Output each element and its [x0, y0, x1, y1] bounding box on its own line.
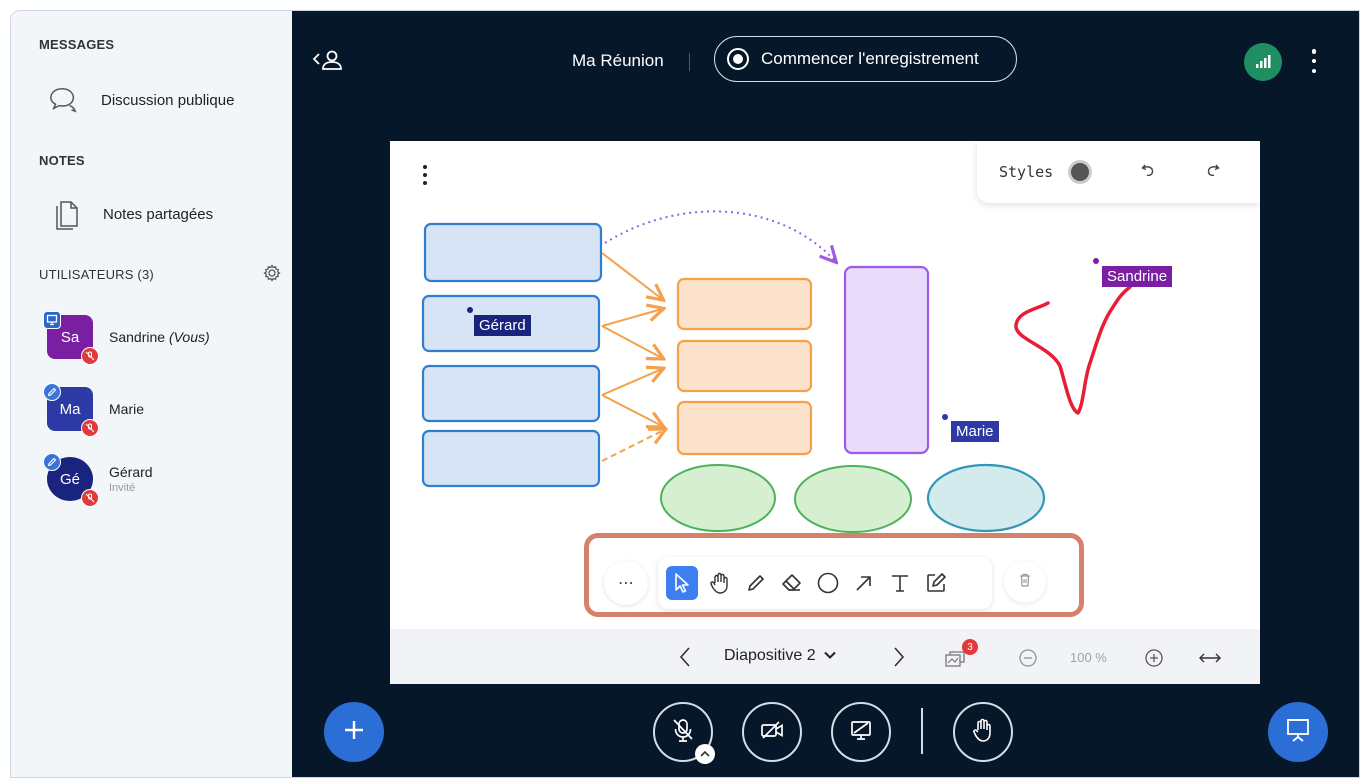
ellipsis-icon: ⋯: [618, 575, 634, 592]
title-divider: [689, 53, 690, 71]
user-name: Marie: [109, 401, 145, 417]
raise-hand-button[interactable]: [953, 702, 1013, 762]
user-name: Gérard: [109, 464, 153, 480]
avatar-initials: Gé: [59, 470, 80, 488]
users-section-title: UTILISATEURS (3): [39, 267, 154, 282]
zoom-out-icon[interactable]: [1018, 648, 1038, 673]
pencil-tool-icon[interactable]: [740, 566, 772, 600]
messages-section-title: MESSAGES: [39, 37, 115, 52]
connection-status-icon[interactable]: [1244, 43, 1282, 81]
app-frame: MESSAGES Discussion publique NOTES Notes…: [10, 10, 1360, 778]
toggle-userlist-icon[interactable]: [312, 49, 346, 76]
presentation-screen-icon: [1285, 717, 1311, 748]
unmute-button[interactable]: [653, 702, 715, 764]
plus-icon: [343, 719, 365, 746]
hand-icon: [971, 717, 995, 748]
top-bar: Ma Réunion Commencer l'enregistrement: [292, 11, 1359, 91]
audio-options-chevron-icon[interactable]: [695, 744, 715, 764]
actions-button[interactable]: [324, 702, 384, 762]
document-icon: [51, 199, 81, 230]
chat-bubbles-icon: [49, 85, 79, 115]
meeting-title: Ma Réunion: [572, 51, 664, 70]
next-slide-icon[interactable]: [892, 646, 906, 673]
previous-slide-icon[interactable]: [678, 646, 692, 673]
tool-group: [658, 557, 992, 609]
style-color-swatch[interactable]: [1068, 160, 1092, 184]
user-name: Sandrine (Vous): [109, 329, 210, 345]
more-tools-button[interactable]: ⋯: [604, 561, 648, 605]
ellipse-tool-icon[interactable]: [812, 566, 844, 600]
avatar: Gé: [43, 453, 99, 507]
slide-navigation-bar: Diapositive 2 3 100 %: [390, 629, 1260, 684]
slide-selector[interactable]: Diapositive 2: [724, 647, 836, 665]
cursor-label-sandrine: Sandrine: [1102, 266, 1173, 287]
notes-section-title: NOTES: [39, 153, 85, 168]
board-menu-icon[interactable]: [422, 165, 428, 185]
cursor-dot-gerard: [467, 307, 473, 313]
avatar-initials: Sa: [60, 328, 80, 346]
user-role: Invité: [109, 482, 136, 494]
slide-label: Diapositive 2: [724, 647, 816, 664]
user-row-gerard[interactable]: Gé Gérard Invité: [43, 453, 153, 507]
pencil-icon: [43, 383, 61, 401]
cursor-dot-sandrine: [1093, 258, 1099, 264]
user-row-marie[interactable]: Ma Marie: [43, 383, 145, 437]
undo-icon[interactable]: [1140, 161, 1158, 183]
blue-box-group: [421, 222, 603, 488]
sidebar: MESSAGES Discussion publique NOTES Notes…: [11, 11, 292, 777]
public-chat-label: Discussion publique: [101, 91, 235, 109]
avatar: Ma: [43, 383, 99, 437]
pan-hand-tool-icon[interactable]: [704, 566, 736, 600]
avatar: Sa: [43, 311, 99, 365]
public-chat-item[interactable]: Discussion publique: [49, 85, 234, 115]
whiteboard[interactable]: Gérard Marie Sandrine Styles ⋯ Diapositi…: [390, 141, 1260, 684]
muted-mic-icon: [81, 419, 99, 437]
cursor-label-marie: Marie: [951, 421, 999, 442]
shared-notes-item[interactable]: Notes partagées: [51, 199, 214, 230]
muted-mic-icon: [81, 489, 99, 507]
screen-share-off-icon: [849, 719, 873, 746]
presentation-button[interactable]: [1268, 702, 1328, 762]
muted-microphone-icon: [671, 717, 695, 748]
fit-to-width-icon[interactable]: [1198, 651, 1222, 669]
pencil-icon: [43, 453, 61, 471]
chevron-down-icon: [823, 647, 836, 665]
delete-button[interactable]: [1004, 561, 1046, 603]
text-tool-icon[interactable]: [884, 566, 916, 600]
zoom-value: 100 %: [1070, 650, 1107, 665]
user-you-suffix: (Vous): [168, 329, 210, 345]
controls-divider: [921, 708, 923, 754]
share-webcam-button[interactable]: [742, 702, 802, 762]
shared-notes-label: Notes partagées: [103, 205, 214, 223]
style-panel: Styles: [977, 141, 1260, 203]
zoom-in-icon[interactable]: [1144, 648, 1164, 673]
trash-icon: [1018, 572, 1032, 593]
select-tool-icon[interactable]: [666, 566, 698, 600]
multi-user-count-badge: 3: [962, 639, 978, 655]
muted-mic-icon: [81, 347, 99, 365]
camera-off-icon: [759, 720, 785, 745]
start-recording-button[interactable]: Commencer l'enregistrement: [714, 36, 1017, 82]
gear-icon[interactable]: [263, 264, 281, 282]
presenter-icon: [43, 311, 61, 329]
eraser-tool-icon[interactable]: [776, 566, 808, 600]
record-icon: [727, 48, 749, 70]
meeting-main: Ma Réunion Commencer l'enregistrement Gé…: [292, 11, 1359, 777]
share-screen-button[interactable]: [831, 702, 891, 762]
arrow-tool-icon[interactable]: [848, 566, 880, 600]
cursor-label-gerard: Gérard: [474, 315, 531, 336]
redo-icon[interactable]: [1203, 161, 1221, 183]
options-menu-icon[interactable]: [1310, 49, 1318, 73]
cursor-dot-marie: [942, 414, 948, 420]
styles-button[interactable]: Styles: [999, 163, 1053, 181]
sticky-note-tool-icon[interactable]: [920, 566, 952, 600]
avatar-initials: Ma: [59, 400, 81, 418]
start-recording-label: Commencer l'enregistrement: [761, 49, 979, 68]
user-row-sandrine[interactable]: Sa Sandrine (Vous): [43, 311, 210, 365]
